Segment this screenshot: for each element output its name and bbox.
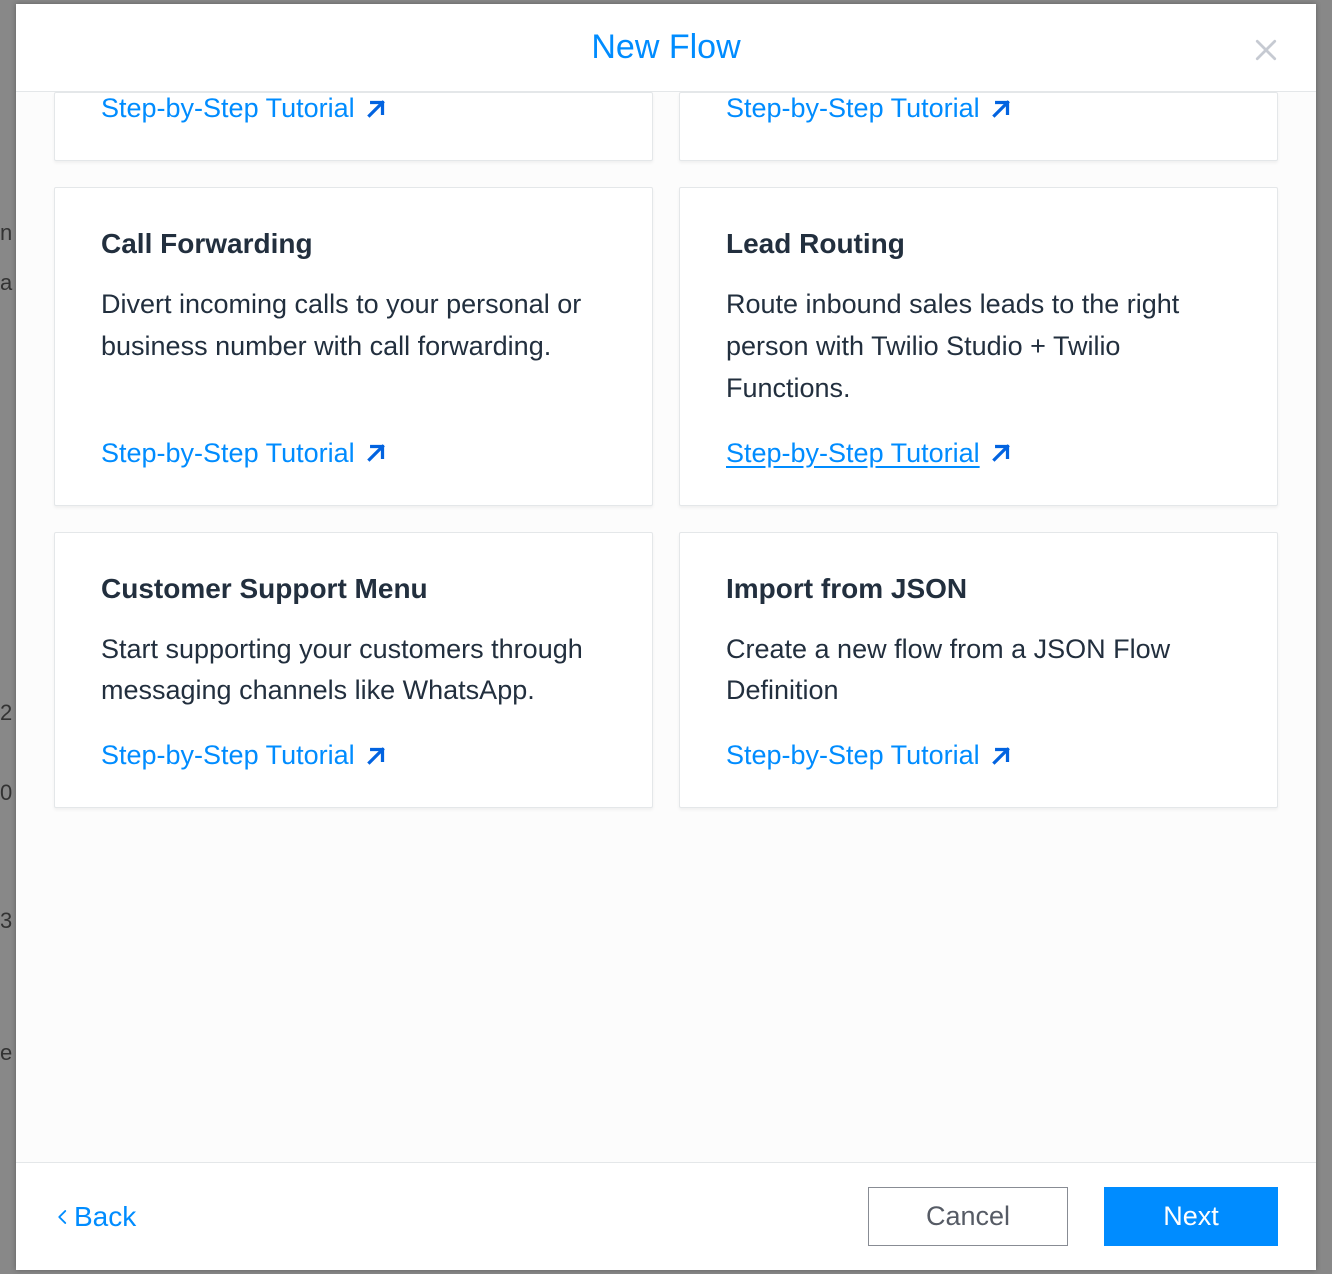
tutorial-link[interactable]: Step-by-Step Tutorial (101, 740, 606, 771)
template-card-customer-support[interactable]: Customer Support Menu Start supporting y… (54, 532, 653, 809)
tutorial-link[interactable]: Step-by-Step Tutorial (101, 93, 606, 124)
template-card-call-forwarding[interactable]: Call Forwarding Divert incoming calls to… (54, 187, 653, 506)
cancel-button[interactable]: Cancel (868, 1187, 1068, 1246)
tutorial-link[interactable]: Step-by-Step Tutorial (101, 438, 606, 469)
background-text: n (0, 220, 14, 246)
card-description: Route inbound sales leads to the right p… (726, 284, 1231, 410)
external-link-icon (988, 96, 1014, 122)
background-text: 2 (0, 700, 14, 726)
background-text: 0 (0, 780, 14, 806)
tutorial-link[interactable]: Step-by-Step Tutorial (726, 740, 1231, 771)
background-text: e (0, 1040, 14, 1066)
template-card[interactable]: Step-by-Step Tutorial (54, 92, 653, 161)
tutorial-link[interactable]: Step-by-Step Tutorial (726, 438, 1231, 469)
modal-footer: Back Cancel Next (16, 1162, 1316, 1270)
footer-actions: Cancel Next (868, 1187, 1278, 1246)
card-description: Create a new flow from a JSON Flow Defin… (726, 629, 1231, 713)
external-link-icon (363, 743, 389, 769)
next-button[interactable]: Next (1104, 1187, 1278, 1246)
external-link-icon (363, 440, 389, 466)
close-icon (1251, 35, 1281, 65)
card-title: Lead Routing (726, 228, 1231, 260)
tutorial-link-label: Step-by-Step Tutorial (726, 438, 980, 469)
external-link-icon (988, 440, 1014, 466)
card-title: Call Forwarding (101, 228, 606, 260)
back-button-label: Back (74, 1201, 136, 1233)
new-flow-modal: New Flow Step-by-Step Tutorial (16, 4, 1316, 1270)
modal-header: New Flow (16, 4, 1316, 92)
card-title: Import from JSON (726, 573, 1231, 605)
card-title: Customer Support Menu (101, 573, 606, 605)
tutorial-link[interactable]: Step-by-Step Tutorial (726, 93, 1231, 124)
external-link-icon (988, 743, 1014, 769)
background-text: 3 (0, 908, 14, 934)
tutorial-link-label: Step-by-Step Tutorial (101, 740, 355, 771)
tutorial-link-label: Step-by-Step Tutorial (726, 93, 980, 124)
template-card-lead-routing[interactable]: Lead Routing Route inbound sales leads t… (679, 187, 1278, 506)
template-card-import-json[interactable]: Import from JSON Create a new flow from … (679, 532, 1278, 809)
chevron-left-icon (54, 1204, 72, 1230)
card-description: Start supporting your customers through … (101, 629, 606, 713)
tutorial-link-label: Step-by-Step Tutorial (726, 740, 980, 771)
modal-title: New Flow (16, 28, 1316, 67)
external-link-icon (363, 96, 389, 122)
tutorial-link-label: Step-by-Step Tutorial (101, 438, 355, 469)
modal-body[interactable]: Step-by-Step Tutorial Step-by-Step Tutor… (16, 92, 1316, 1162)
background-text: a (0, 270, 14, 296)
back-button[interactable]: Back (54, 1201, 136, 1233)
close-button[interactable] (1248, 32, 1284, 68)
tutorial-link-label: Step-by-Step Tutorial (101, 93, 355, 124)
template-card[interactable]: Step-by-Step Tutorial (679, 92, 1278, 161)
card-description: Divert incoming calls to your personal o… (101, 284, 606, 410)
template-cards-grid: Step-by-Step Tutorial Step-by-Step Tutor… (54, 92, 1278, 808)
